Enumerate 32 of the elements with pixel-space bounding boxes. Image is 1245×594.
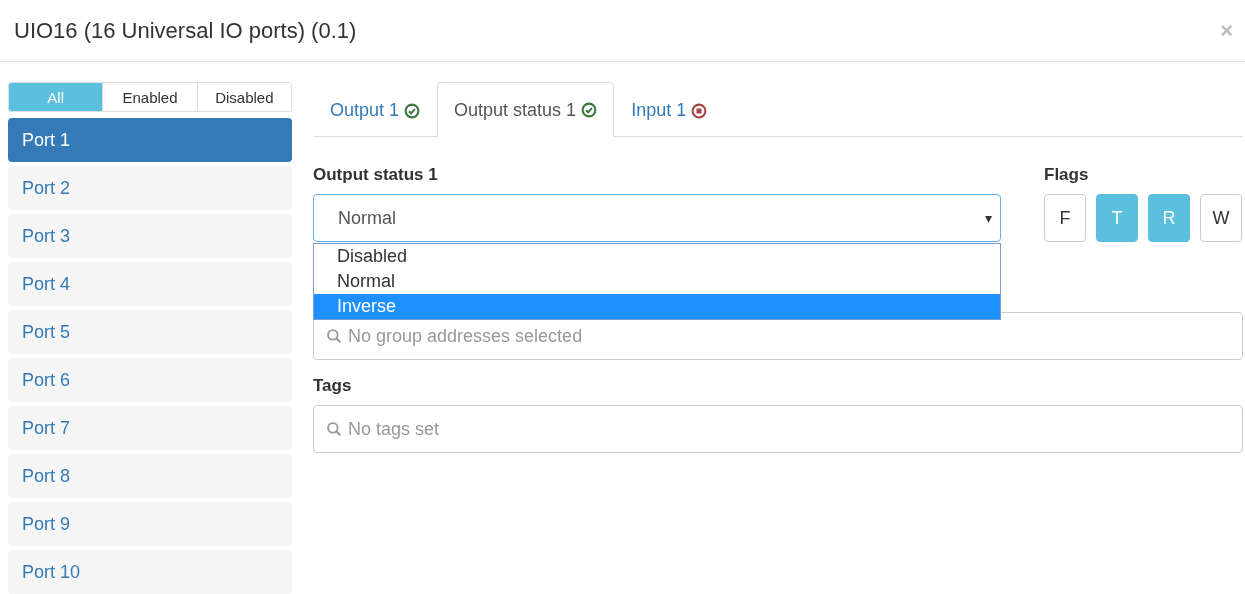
port-item[interactable]: Port 7	[8, 406, 292, 450]
tags-field[interactable]: No tags set	[313, 405, 1243, 453]
cross-circle-icon	[691, 102, 708, 119]
window-title: UIO16 (16 Universal IO ports) (0.1)	[14, 17, 357, 44]
field-label: Tags	[313, 376, 353, 396]
port-item[interactable]: Port 5	[8, 310, 292, 354]
field-label: Output status 1	[313, 165, 439, 185]
port-item[interactable]: Port 3	[8, 214, 292, 258]
status-select[interactable]: Normal ▾	[313, 194, 1001, 242]
port-item[interactable]: Port 1	[8, 118, 292, 162]
tab[interactable]: Input 1	[614, 83, 725, 137]
search-icon	[326, 328, 342, 344]
port-item[interactable]: Port 10	[8, 550, 292, 594]
dropdown-option[interactable]: Normal	[314, 269, 1000, 294]
port-item[interactable]: Port 4	[8, 262, 292, 306]
flag-toggle[interactable]: W	[1200, 194, 1242, 242]
dropdown-option[interactable]: Inverse	[314, 294, 1000, 319]
port-item[interactable]: Port 8	[8, 454, 292, 498]
group-address-field[interactable]: No group addresses selected	[313, 312, 1243, 360]
port-item[interactable]: Port 6	[8, 358, 292, 402]
tab[interactable]: Output status 1	[437, 82, 615, 137]
search-icon	[326, 421, 342, 437]
filter-tab[interactable]: Disabled	[196, 83, 291, 111]
check-circle-icon	[581, 102, 598, 118]
port-item[interactable]: Port 9	[8, 502, 292, 546]
check-circle-icon	[404, 102, 421, 119]
dropdown-option[interactable]: Disabled	[314, 244, 1000, 269]
flag-toggle[interactable]: F	[1044, 194, 1086, 242]
tab[interactable]: Output 1	[313, 83, 438, 137]
port-item[interactable]: Port 2	[8, 166, 292, 210]
field-label: Flags	[1044, 165, 1090, 185]
caret-icon: ▾	[985, 210, 992, 226]
